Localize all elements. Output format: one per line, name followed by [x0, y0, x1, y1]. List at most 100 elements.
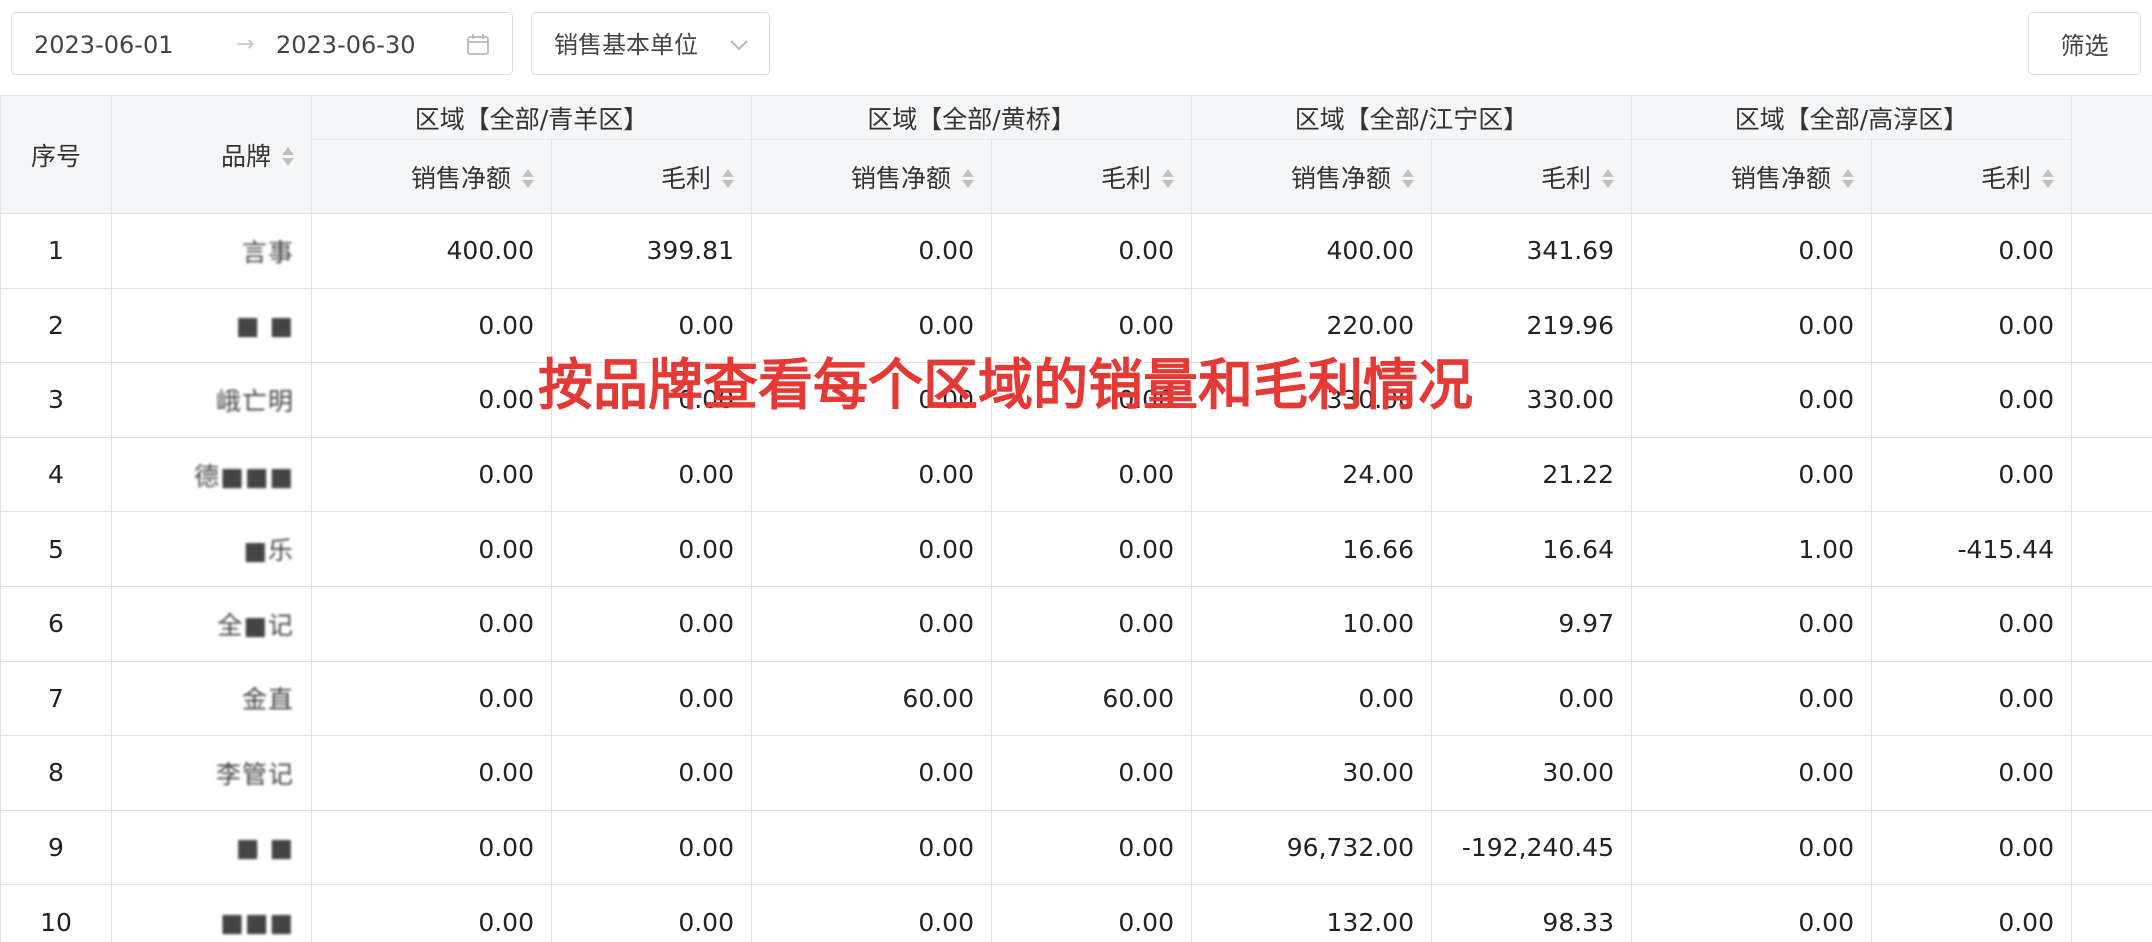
sales-net-cell: 0.00: [751, 884, 992, 942]
row-index: 5: [0, 511, 112, 587]
sales-net-cell: 0.00: [751, 809, 992, 886]
gross-profit-cell: 98.33: [1431, 884, 1632, 942]
gross-profit-header-label: 毛利: [660, 163, 711, 193]
sales-net-header[interactable]: 销售净额: [1191, 139, 1432, 214]
calendar-icon[interactable]: [465, 32, 491, 58]
gross-profit-cell: 16.64: [1431, 511, 1632, 587]
gross-profit-cell: 0.00: [991, 884, 1192, 942]
gross-profit-cell: 0.00: [991, 735, 1192, 811]
row-index: 1: [0, 213, 112, 289]
extra-cell: [2071, 884, 2152, 942]
start-date[interactable]: 2023-06-01: [34, 32, 173, 58]
brand-header-label: 品牌: [220, 141, 271, 171]
brand-cell: 金直: [111, 660, 312, 737]
brand-cell: ■乐: [111, 511, 312, 587]
sales-net-cell: 0.00: [1631, 287, 1872, 364]
brand-name: ■ ■: [235, 833, 294, 863]
unit-select[interactable]: 销售基本单位: [531, 12, 770, 75]
region-header-huangqiao: 区域【全部/黄桥】: [751, 95, 1192, 140]
extra-cell: [2071, 585, 2152, 662]
sales-net-cell: 400.00: [311, 213, 552, 289]
gross-profit-cell: 0.00: [1871, 362, 2072, 438]
gross-profit-header[interactable]: 毛利: [991, 139, 1192, 214]
sales-net-cell: 0.00: [311, 362, 552, 438]
sort-icon[interactable]: [1601, 168, 1615, 190]
brand-cell: 峨亡明: [111, 362, 312, 438]
brand-cell: 全■记: [111, 585, 312, 662]
date-range-picker[interactable]: 2023-06-01 → 2023-06-30: [11, 12, 513, 75]
sales-net-cell: 0.00: [311, 436, 552, 513]
sort-icon[interactable]: [1161, 168, 1175, 190]
sales-net-header-label: 销售净额: [410, 163, 511, 193]
sales-net-header[interactable]: 销售净额: [751, 139, 992, 214]
sort-icon[interactable]: [1841, 168, 1855, 190]
row-index: 3: [0, 362, 112, 438]
table-row: 7 金直 0.00 0.00 60.00 60.00 0.00 0.00 0.00 0.00: [0, 660, 2152, 737]
gross-profit-cell: 0.00: [1871, 287, 2072, 364]
brand-name: 峨亡明: [215, 386, 294, 416]
sort-icon[interactable]: [961, 168, 975, 190]
row-index: 7: [0, 660, 112, 737]
table-row: 10 ■■■ 0.00 0.00 0.00 0.00 132.00 98.33 0.00 0.00: [0, 884, 2152, 942]
row-index: 8: [0, 735, 112, 811]
sales-net-cell: 0.00: [311, 809, 552, 886]
brand-header[interactable]: 品牌: [111, 95, 312, 214]
sales-net-header[interactable]: 销售净额: [1631, 139, 1872, 214]
gross-profit-cell: 0.00: [1871, 585, 2072, 662]
end-date[interactable]: 2023-06-30: [276, 32, 415, 58]
table-row: 1 言事 400.00 399.81 0.00 0.00 400.00 341.69 0.00 0…: [0, 213, 2152, 289]
gross-profit-cell: 0.00: [991, 511, 1192, 587]
row-index: 10: [0, 884, 112, 942]
sales-net-cell: 0.00: [751, 585, 992, 662]
sales-net-cell: 60.00: [751, 660, 992, 737]
table-row: 6 全■记 0.00 0.00 0.00 0.00 10.00 9.97 0.00 0.00: [0, 585, 2152, 662]
gross-profit-cell: 30.00: [1431, 735, 1632, 811]
sales-net-cell: 0.00: [311, 585, 552, 662]
row-index: 2: [0, 287, 112, 364]
extra-cell: [2071, 436, 2152, 513]
gross-profit-cell: 0.00: [551, 809, 752, 886]
sales-net-cell: 24.00: [1191, 436, 1432, 513]
brand-cell: ■ ■: [111, 809, 312, 886]
sales-net-cell: 400.00: [1191, 213, 1432, 289]
gross-profit-header-label: 毛利: [1100, 163, 1151, 193]
sort-icon[interactable]: [281, 146, 295, 168]
brand-name: ■乐: [243, 536, 294, 566]
sales-net-cell: 0.00: [311, 660, 552, 737]
sales-net-cell: 0.00: [751, 511, 992, 587]
brand-name: 言事: [241, 237, 294, 267]
filter-button[interactable]: 筛选: [2028, 12, 2141, 75]
extra-cell: [2071, 735, 2152, 811]
sort-icon[interactable]: [721, 168, 735, 190]
gross-profit-cell: 0.00: [551, 511, 752, 587]
sales-net-cell: 0.00: [751, 213, 992, 289]
sales-net-header[interactable]: 销售净额: [311, 139, 552, 214]
gross-profit-header[interactable]: 毛利: [551, 139, 752, 214]
brand-cell: 言事: [111, 213, 312, 289]
table-row: 4 德■■■ 0.00 0.00 0.00 0.00 24.00 21.22 0.00 0.00: [0, 436, 2152, 513]
brand-name: ■■■: [220, 907, 294, 937]
sales-net-cell: 0.00: [1631, 884, 1872, 942]
gross-profit-header[interactable]: 毛利: [1871, 139, 2072, 214]
sales-net-cell: 0.00: [311, 511, 552, 587]
sort-icon[interactable]: [2041, 168, 2055, 190]
gross-profit-cell: -192,240.45: [1431, 809, 1632, 886]
brand-name: 德■■■: [194, 461, 294, 491]
sales-net-header-label: 销售净额: [1730, 163, 1831, 193]
gross-profit-cell: 9.97: [1431, 585, 1632, 662]
gross-profit-cell: 0.00: [551, 660, 752, 737]
gross-profit-cell: 0.00: [1871, 735, 2072, 811]
gross-profit-cell: 21.22: [1431, 436, 1632, 513]
region-header-jiangning: 区域【全部/江宁区】: [1191, 95, 1632, 140]
gross-profit-header[interactable]: 毛利: [1431, 139, 1632, 214]
gross-profit-cell: 341.69: [1431, 213, 1632, 289]
gross-profit-cell: 0.00: [1871, 884, 2072, 942]
sort-icon[interactable]: [1401, 168, 1415, 190]
extra-cell: [2071, 809, 2152, 886]
index-header: 序号: [0, 95, 112, 214]
gross-profit-cell: 60.00: [991, 660, 1192, 737]
gross-profit-header-label: 毛利: [1980, 163, 2031, 193]
sales-net-cell: 0.00: [1631, 436, 1872, 513]
gross-profit-cell: 0.00: [551, 735, 752, 811]
sort-icon[interactable]: [521, 168, 535, 190]
